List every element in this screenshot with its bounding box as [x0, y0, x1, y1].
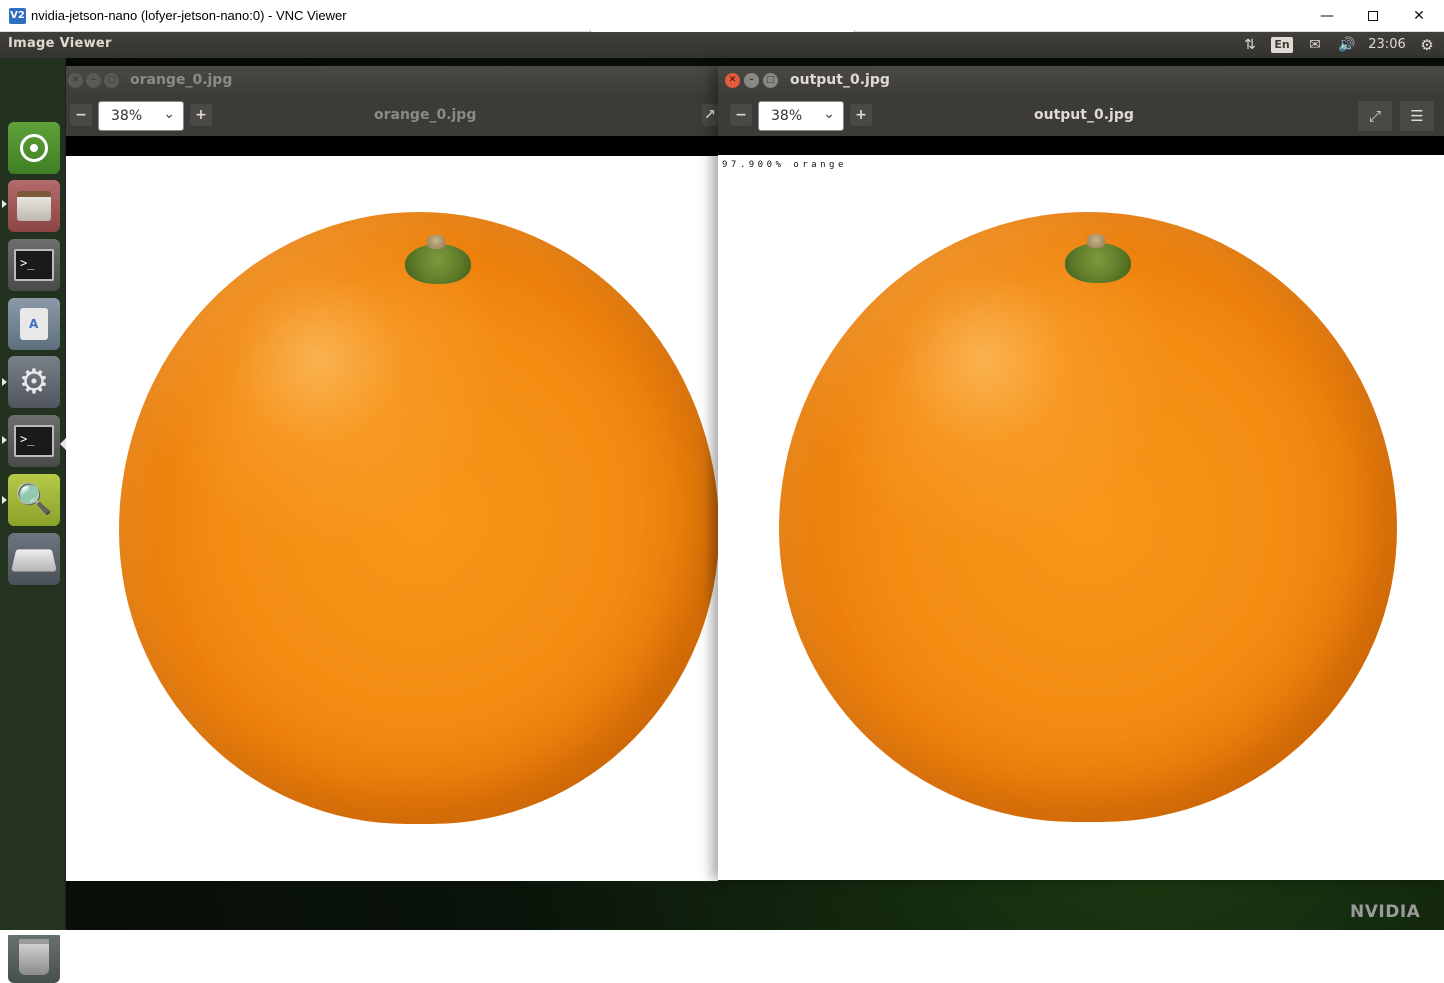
network-icon[interactable]: ⇅ — [1240, 35, 1260, 55]
maximize-icon[interactable] — [1350, 0, 1396, 32]
minimize-icon[interactable]: — — [1304, 0, 1350, 32]
zoom-out-button[interactable]: − — [70, 104, 92, 126]
minimize-window-icon[interactable]: – — [744, 73, 759, 88]
window-titlebar[interactable]: ✕ – □ orange_0.jpg — [66, 66, 718, 96]
viewer-toolbar: − 38% ⌄ + output_0.jpg ⤢ ☰ — [718, 96, 1444, 136]
image-canvas[interactable]: 97.900% orange — [718, 136, 1444, 880]
image-title: output_0.jpg — [1034, 107, 1134, 123]
zoom-in-button[interactable]: + — [190, 104, 212, 126]
launcher-software-center[interactable] — [8, 298, 60, 350]
launcher-terminal[interactable]: >_ — [8, 239, 60, 291]
orange-image — [66, 156, 718, 881]
zoom-select[interactable]: 38% ⌄ — [98, 101, 184, 131]
maximize-window-icon[interactable]: □ — [104, 73, 119, 88]
close-window-icon[interactable]: ✕ — [725, 73, 740, 88]
zoom-value: 38% — [771, 108, 803, 124]
active-app-name: Image Viewer — [8, 36, 112, 51]
launcher-dash-home[interactable] — [8, 122, 60, 174]
launcher: >_ ⚙ >_ 🔍 — [0, 58, 66, 983]
chevron-down-icon: ⌄ — [163, 106, 175, 122]
gear-wrench-icon: ⚙ — [18, 362, 50, 402]
viewer-toolbar: − 38% ⌄ + orange_0.jpg ↗ — [66, 96, 718, 136]
terminal-icon: >_ — [14, 249, 54, 281]
nvidia-logo: NVIDIA — [1350, 902, 1421, 922]
zoom-value: 38% — [111, 108, 143, 124]
orange-stem — [405, 244, 471, 284]
top-panel: Image Viewer ⇅ En ✉ 🔊 23:06 ⚙ — [0, 32, 1444, 58]
output-image: 97.900% orange — [718, 155, 1444, 880]
launcher-files[interactable] — [8, 180, 60, 232]
menu-icon[interactable]: ☰ — [1400, 101, 1434, 131]
launcher-image-viewer[interactable]: 🔍 — [8, 474, 60, 526]
image-title: orange_0.jpg — [374, 107, 477, 123]
image-viewer-window-output[interactable]: ✕ – □ output_0.jpg − 38% ⌄ + output_0.jp… — [718, 66, 1444, 880]
window-title: output_0.jpg — [790, 72, 890, 88]
clock[interactable]: 23:06 — [1366, 35, 1408, 55]
volume-icon[interactable]: 🔊 — [1335, 35, 1359, 55]
launcher-trash[interactable] — [8, 931, 60, 983]
orange-fruit — [119, 212, 718, 824]
image-canvas[interactable] — [66, 136, 718, 881]
chevron-down-icon: ⌄ — [823, 106, 835, 122]
running-indicator — [2, 436, 7, 444]
file-cabinet-icon — [17, 191, 51, 221]
close-icon[interactable]: ✕ — [1396, 0, 1442, 32]
image-viewer-window-orange[interactable]: ✕ – □ orange_0.jpg − 38% ⌄ + orange_0.jp… — [66, 66, 718, 881]
terminal-icon: >_ — [14, 425, 54, 457]
zoom-out-button[interactable]: − — [730, 104, 752, 126]
close-window-icon[interactable]: ✕ — [68, 73, 83, 88]
minimize-window-icon[interactable]: – — [86, 73, 101, 88]
image-viewer-icon: 🔍 — [15, 482, 53, 517]
launcher-drive[interactable] — [8, 533, 60, 585]
zoom-in-button[interactable]: + — [850, 104, 872, 126]
running-indicator — [2, 200, 7, 208]
running-indicator — [2, 378, 7, 386]
launcher-terminal-2[interactable]: >_ — [8, 415, 60, 467]
detection-label: 97.900% orange — [722, 160, 847, 170]
vnc-titlebar[interactable]: V2 nvidia-jetson-nano (lofyer-jetson-nan… — [0, 0, 1444, 32]
keyboard-layout-indicator[interactable]: En — [1271, 37, 1293, 53]
bottom-edge — [0, 930, 1444, 935]
zoom-select[interactable]: 38% ⌄ — [758, 101, 844, 131]
drive-icon — [11, 549, 57, 572]
gear-icon[interactable]: ⚙ — [1417, 35, 1437, 55]
vnc-window-title: nvidia-jetson-nano (lofyer-jetson-nano:0… — [31, 8, 347, 23]
mail-icon[interactable]: ✉ — [1304, 35, 1326, 55]
fullscreen-button[interactable]: ↗ — [702, 104, 718, 126]
shopping-bag-icon — [20, 308, 48, 340]
orange-stem — [1065, 243, 1131, 283]
window-titlebar[interactable]: ✕ – □ output_0.jpg — [718, 66, 1444, 96]
orange-fruit — [779, 212, 1397, 822]
orange-stem-tip — [427, 235, 445, 249]
launcher-system-settings[interactable]: ⚙ — [8, 356, 60, 408]
maximize-window-icon[interactable]: □ — [763, 73, 778, 88]
orange-stem-tip — [1087, 234, 1105, 248]
window-title: orange_0.jpg — [130, 72, 233, 88]
fullscreen-icon[interactable]: ⤢ — [1358, 101, 1392, 131]
vnc-app-icon: V2 — [9, 8, 26, 24]
trash-icon — [19, 939, 49, 975]
running-indicator — [2, 496, 7, 504]
ubuntu-logo-icon — [20, 134, 48, 162]
